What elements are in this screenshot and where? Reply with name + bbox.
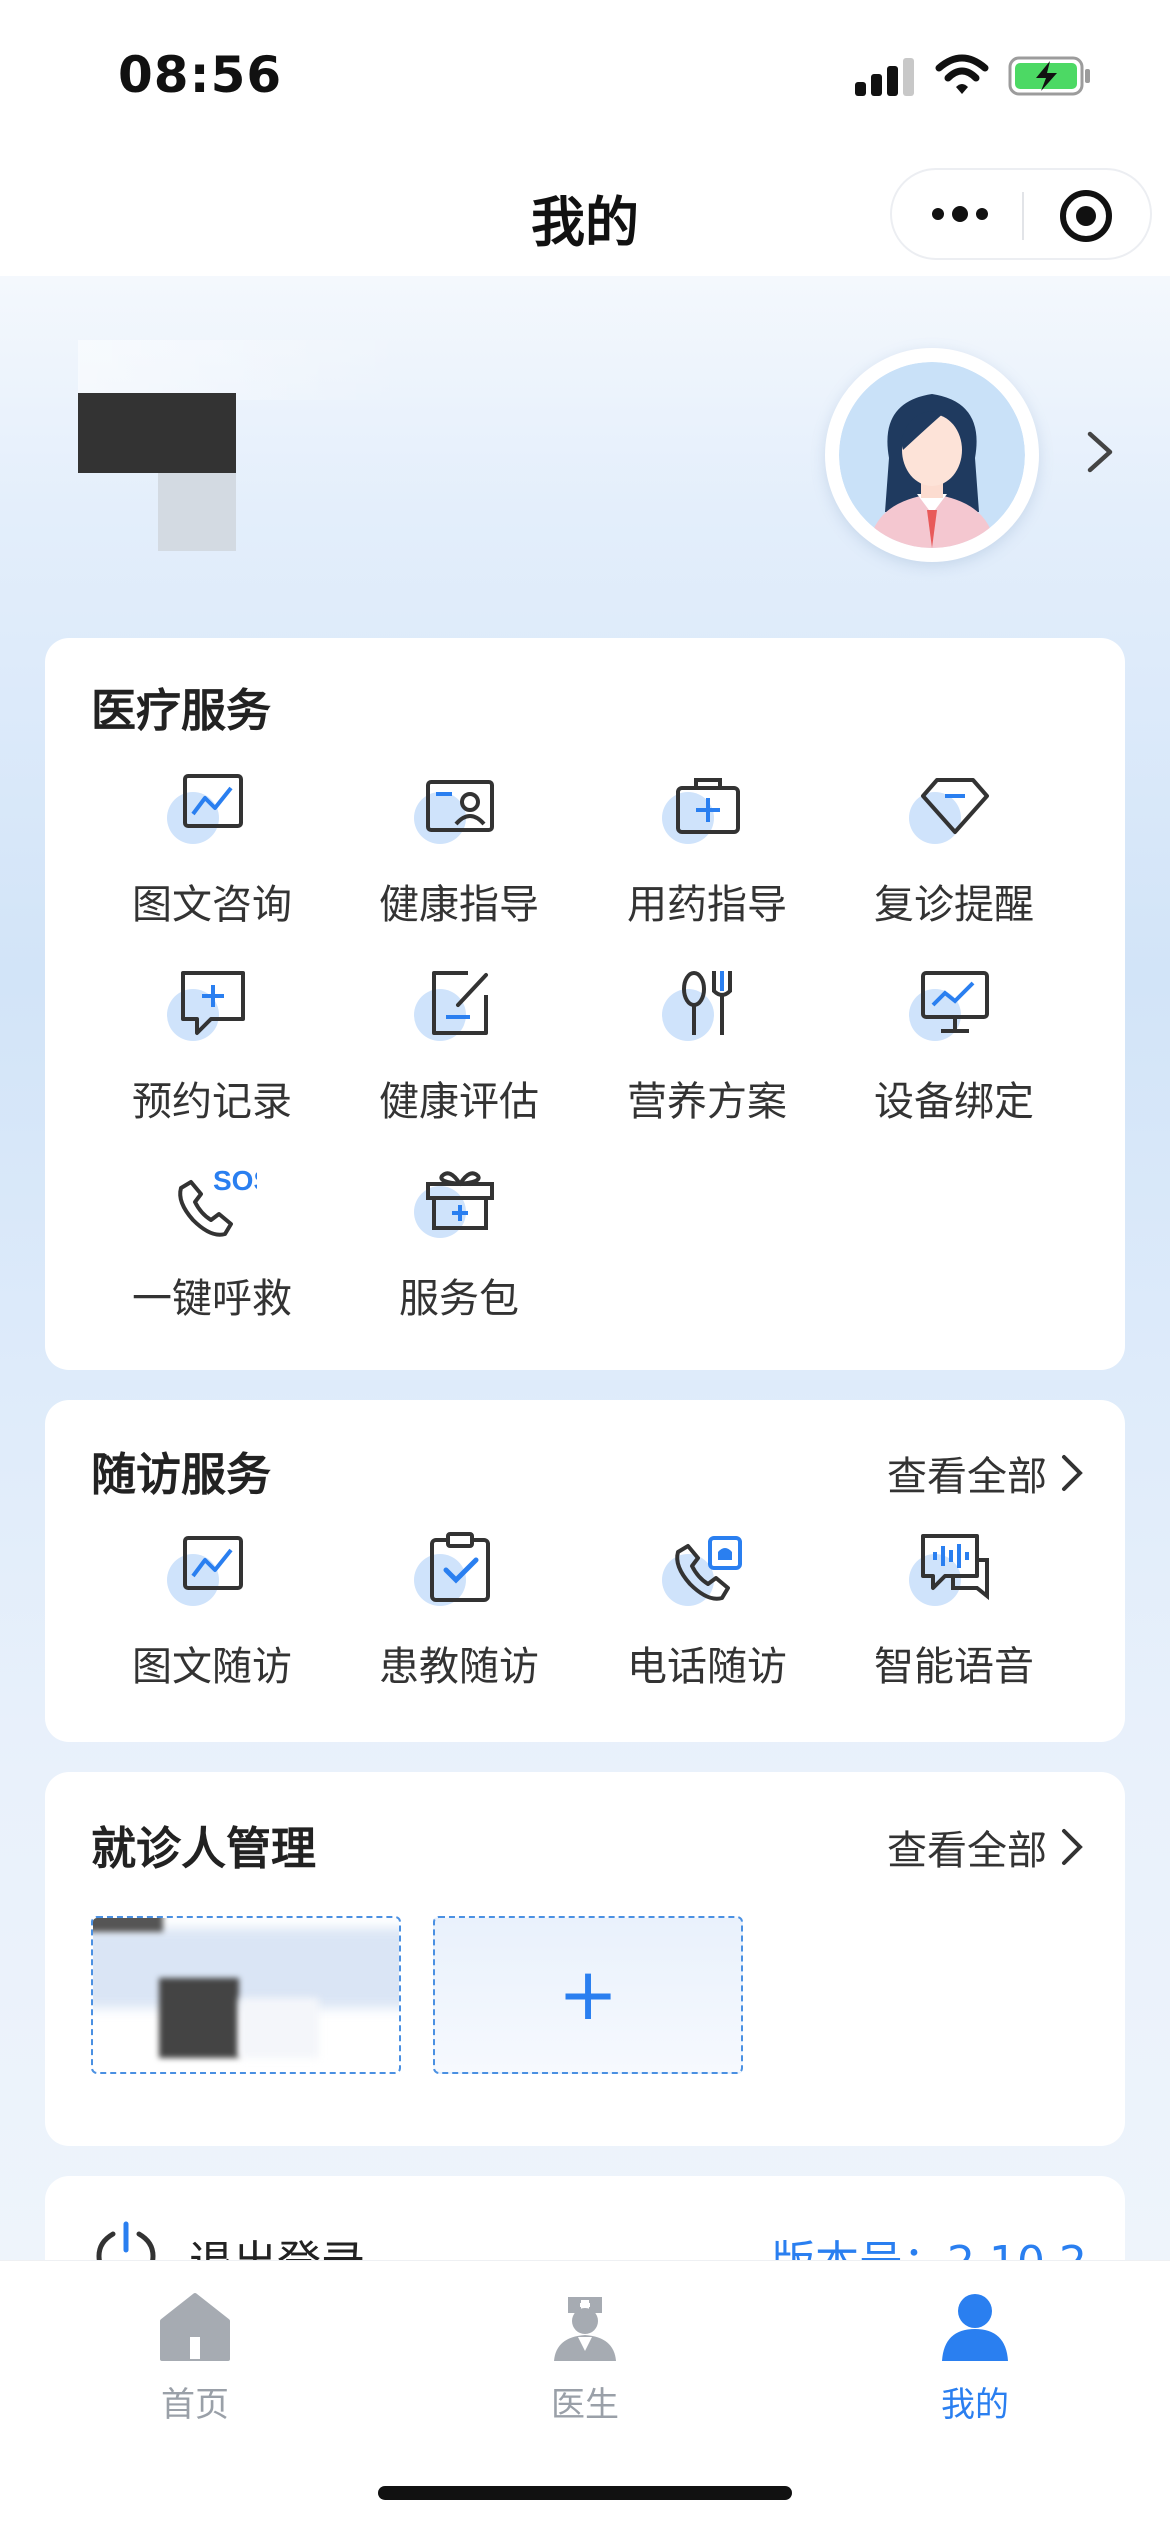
service-item-medication-guide[interactable]: 用药指导 bbox=[587, 768, 827, 930]
chat-plus-icon bbox=[181, 971, 245, 1035]
see-all-label: 查看全部 bbox=[887, 1454, 1047, 1500]
service-item-health-guide[interactable]: 健康指导 bbox=[339, 768, 579, 930]
tab-home[interactable]: 首页 bbox=[95, 2291, 295, 2426]
service-label: 营养方案 bbox=[627, 1079, 787, 1125]
mini-program-capsule bbox=[890, 168, 1152, 260]
service-label: 复诊提醒 bbox=[874, 882, 1034, 928]
tab-label: 首页 bbox=[161, 2385, 229, 2425]
service-label: 健康评估 bbox=[379, 1079, 539, 1125]
wifi-icon bbox=[935, 54, 989, 94]
avatar[interactable] bbox=[825, 348, 1039, 562]
followup-label: 智能语音 bbox=[874, 1644, 1034, 1690]
svg-text:SOS: SOS bbox=[213, 1165, 257, 1196]
doctor-icon bbox=[554, 2297, 616, 2361]
service-item-revisit-reminder[interactable]: 复诊提醒 bbox=[834, 768, 1074, 930]
tab-label: 我的 bbox=[941, 2385, 1009, 2425]
service-item-image-consult[interactable]: 图文咨询 bbox=[92, 768, 332, 930]
followup-item-education[interactable]: 患教随访 bbox=[339, 1530, 579, 1692]
status-bar: 08:56 bbox=[0, 0, 1170, 150]
edit-note-icon bbox=[432, 971, 488, 1035]
add-patient-button[interactable]: + bbox=[433, 1916, 743, 2074]
service-label: 健康指导 bbox=[379, 882, 539, 928]
tab-doctor[interactable]: 医生 bbox=[485, 2291, 685, 2426]
service-item-nutrition-plan[interactable]: 营养方案 bbox=[587, 965, 827, 1127]
followup-services-card: 随访服务 查看全部 图文随访 患教随访 电话随访 智能语音 bbox=[45, 1400, 1125, 1742]
monitor-chart-icon bbox=[921, 971, 989, 1033]
patient-management-card: 就诊人管理 查看全部 + bbox=[45, 1772, 1125, 2146]
female-avatar-icon bbox=[839, 362, 1025, 548]
followup-label: 图文随访 bbox=[132, 1644, 292, 1690]
service-label: 预约记录 bbox=[132, 1079, 292, 1125]
close-mini-program-icon[interactable] bbox=[1060, 190, 1112, 242]
user-icon bbox=[942, 2294, 1008, 2361]
redacted-name-fade bbox=[78, 340, 408, 400]
profile-chevron-right-icon[interactable] bbox=[1082, 428, 1118, 476]
tab-label: 医生 bbox=[551, 2385, 619, 2425]
image-chart-icon bbox=[183, 1536, 243, 1590]
followup-item-voice[interactable]: 智能语音 bbox=[834, 1530, 1074, 1692]
phone-sos-icon: SOS bbox=[178, 1165, 257, 1237]
status-time: 08:56 bbox=[118, 46, 283, 104]
followup-item-phone[interactable]: 电话随访 bbox=[587, 1530, 827, 1692]
service-label: 用药指导 bbox=[627, 882, 787, 928]
service-label: 一键呼救 bbox=[132, 1276, 292, 1322]
service-item-health-assessment[interactable]: 健康评估 bbox=[339, 965, 579, 1127]
id-card-icon bbox=[426, 780, 494, 832]
medical-services-title: 医疗服务 bbox=[91, 684, 272, 737]
service-label: 设备绑定 bbox=[874, 1079, 1034, 1125]
home-indicator bbox=[378, 2486, 792, 2500]
followup-label: 患教随访 bbox=[379, 1644, 539, 1690]
followup-item-image[interactable]: 图文随访 bbox=[92, 1530, 332, 1692]
service-label: 服务包 bbox=[399, 1276, 519, 1322]
followup-see-all-link[interactable]: 查看全部 bbox=[887, 1444, 1085, 1502]
clipboard-check-icon bbox=[430, 1532, 490, 1602]
navigation-bar: 我的 bbox=[0, 150, 1170, 276]
service-item-service-pack[interactable]: 服务包 bbox=[339, 1162, 579, 1324]
home-icon bbox=[160, 2293, 230, 2361]
tab-mine[interactable]: 我的 bbox=[875, 2291, 1075, 2426]
diamond-minus-icon bbox=[921, 778, 989, 834]
patient-card-redacted[interactable] bbox=[91, 1916, 401, 2074]
service-label: 图文咨询 bbox=[132, 882, 292, 928]
chevron-right-icon bbox=[1062, 1829, 1083, 1865]
voice-chat-icon bbox=[921, 1534, 989, 1601]
cellular-signal-icon bbox=[855, 56, 915, 96]
medicine-kit-icon bbox=[676, 778, 740, 834]
service-item-sos[interactable]: SOS 一键呼救 bbox=[92, 1162, 332, 1324]
more-menu-icon[interactable] bbox=[928, 200, 992, 230]
spoon-fork-icon bbox=[682, 971, 732, 1035]
service-item-appointment-records[interactable]: 预约记录 bbox=[92, 965, 332, 1127]
image-chart-icon bbox=[183, 774, 243, 828]
patient-management-title: 就诊人管理 bbox=[91, 1822, 317, 1875]
chevron-right-icon bbox=[1062, 1455, 1083, 1491]
capsule-divider bbox=[1022, 192, 1024, 240]
followup-services-title: 随访服务 bbox=[91, 1448, 272, 1501]
redacted-user-info bbox=[158, 473, 236, 551]
battery-charging-icon bbox=[1008, 56, 1090, 96]
phone-bell-icon bbox=[675, 1536, 742, 1601]
redacted-user-name bbox=[78, 393, 236, 473]
see-all-label: 查看全部 bbox=[887, 1828, 1047, 1874]
medical-services-card: 医疗服务 图文咨询 健康指导 用药指导 复诊提醒 预约记录 健康评估 营养方案 … bbox=[45, 638, 1125, 1370]
gift-box-icon bbox=[426, 1171, 494, 1230]
followup-label: 电话随访 bbox=[627, 1644, 787, 1690]
plus-icon: + bbox=[557, 1952, 619, 2036]
service-item-device-binding[interactable]: 设备绑定 bbox=[834, 965, 1074, 1127]
patients-see-all-link[interactable]: 查看全部 bbox=[887, 1818, 1085, 1876]
